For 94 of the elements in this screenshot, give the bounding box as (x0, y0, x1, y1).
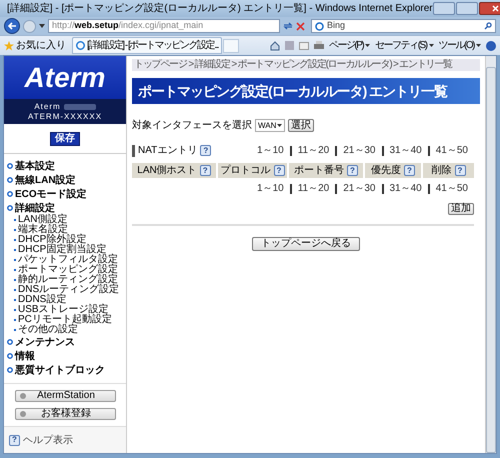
dropdown-caret-icon[interactable] (39, 24, 45, 28)
sidebar-subitem[interactable]: その他の設定 (7, 325, 126, 335)
browser-logo-icon (76, 41, 85, 50)
bullet-circle-icon (7, 353, 13, 359)
sidebar-subitem[interactable]: パケットフィルタ設定 (7, 255, 126, 265)
column-title: LAN側ホスト (137, 164, 197, 178)
page-range-link[interactable]: 11～20 (290, 146, 336, 156)
column-title: プロトコル (220, 164, 270, 178)
command-menu[interactable]: ページ(P) (328, 38, 370, 53)
refresh-icon[interactable] (283, 21, 293, 31)
command-menu[interactable]: ツール(O) (438, 38, 481, 53)
redacted-mark (64, 104, 96, 110)
page-range-link[interactable]: 31～40 (382, 146, 428, 156)
save-button[interactable]: 保存 (50, 132, 80, 146)
home-icon[interactable] (270, 40, 280, 50)
sidebar-subitem[interactable]: 静的ルーティング設定 (7, 275, 126, 285)
page-range-link[interactable]: 21～30 (335, 146, 382, 156)
help-icon[interactable]: ? (9, 434, 20, 446)
page-range-link[interactable]: 41～50 (428, 146, 474, 156)
sidebar-subitem[interactable]: USBストレージ設定 (7, 305, 126, 315)
search-input[interactable]: Bing (327, 19, 481, 33)
sidebar-button[interactable]: AtermStation (14, 390, 116, 402)
sidebar-nav-item[interactable]: メンテナンス (7, 335, 126, 349)
sidebar-nav-item[interactable]: 情報 (7, 349, 126, 363)
interface-label: 対象インタフェースを選択 (132, 118, 252, 133)
tab-title: [詳細設定] - [ポートマッピング設定... (87, 38, 218, 53)
section-marker (132, 144, 135, 156)
back-to-top-button[interactable]: トップページへ戻る (252, 237, 360, 251)
address-field[interactable]: http://web.setup/index.cgi/ipnat_main (48, 19, 280, 33)
help-icon[interactable]: ? (200, 145, 212, 156)
bullet-circle-icon (7, 205, 13, 211)
help-icon[interactable]: ? (404, 165, 415, 176)
sidebar-nav-item[interactable]: 基本設定 (7, 159, 126, 173)
section-title: NATエントリ (138, 144, 198, 158)
favorites-button[interactable]: お気に入り (4, 38, 72, 53)
page-range-link[interactable]: 21～30 (335, 184, 382, 194)
search-engine-icon (315, 22, 324, 30)
select-button[interactable]: 選択 (288, 119, 314, 132)
caret-icon (365, 44, 370, 47)
page-range-link[interactable]: 31～40 (382, 184, 428, 194)
sidebar-subitem[interactable]: LAN側設定 (7, 215, 126, 225)
search-field[interactable]: Bing (311, 19, 496, 33)
help-icon[interactable]: ? (274, 165, 284, 176)
help-link[interactable]: ヘルプ表示 (23, 432, 73, 448)
help-icon[interactable]: ? (454, 165, 466, 176)
sidebar-subitem[interactable]: DHCP除外設定 (7, 235, 126, 245)
help-icon[interactable]: ? (200, 165, 211, 176)
sidebar-nav-item[interactable]: 悪質サイトブロック (7, 363, 126, 377)
minimize-button[interactable] (432, 2, 455, 15)
bullet-circle-icon (7, 177, 13, 183)
close-icon (492, 5, 500, 12)
column-title: 優先度 (371, 164, 401, 178)
search-icon[interactable] (484, 22, 492, 30)
url-text: http://web.setup/index.cgi/ipnat_main (52, 19, 204, 32)
page-heading: ポートマッピング設定(ローカルルータ) エントリ一覧 (138, 84, 448, 98)
interface-select[interactable]: WAN (255, 119, 285, 132)
bullet-circle-icon (7, 339, 13, 345)
back-arrow-icon (8, 22, 16, 30)
sidebar-nav-item[interactable]: 詳細設定 (7, 201, 126, 215)
brand-logo: Aterm (24, 64, 106, 92)
page-range-link[interactable]: 11～20 (290, 184, 336, 194)
page-range-link[interactable]: 1～10 (251, 146, 290, 156)
caret-icon (428, 44, 434, 47)
printer-icon[interactable] (314, 41, 324, 50)
stop-icon[interactable] (296, 22, 305, 30)
browser-tab[interactable]: [詳細設定] - [ポートマッピング設定... (72, 37, 222, 54)
column-title: ポート番号 (294, 164, 344, 178)
sidebar-subitem[interactable]: PCリモート起動設定 (7, 315, 126, 325)
sidebar-subitem[interactable]: DNSルーティング設定 (7, 285, 126, 295)
page-range-link[interactable]: 1～10 (251, 184, 290, 194)
window-title: [詳細設定] - [ポートマッピング設定(ローカルルータ) エントリ一覧] - Windows Internet Explorer (7, 2, 433, 16)
sidebar-nav-item[interactable]: ECOモード設定 (7, 187, 126, 201)
sidebar-subitem[interactable]: DHCP固定割当設定 (7, 245, 126, 255)
back-button[interactable] (4, 18, 20, 34)
column-title: 削除 (432, 164, 452, 178)
sidebar-subitem[interactable]: DDNS設定 (7, 295, 126, 305)
bullet-circle-icon (7, 367, 13, 373)
page-range-link[interactable]: 41～50 (428, 184, 474, 194)
mail-icon[interactable] (298, 42, 309, 50)
help-icon[interactable]: ? (347, 165, 358, 176)
star-icon (4, 40, 14, 50)
sidebar-subitem[interactable]: 端末名設定 (7, 225, 126, 235)
bullet-circle-icon (7, 163, 13, 169)
sidebar-button[interactable]: お客様登録 (14, 408, 116, 420)
sidebar-subitem[interactable]: ポートマッピング設定 (7, 265, 126, 275)
add-button[interactable]: 追加 (448, 203, 474, 215)
new-tab-button[interactable] (223, 38, 240, 52)
caret-icon (476, 44, 481, 47)
device-name: ATERM-XXXXXX (28, 112, 102, 122)
command-menu[interactable]: セーフティ(S) (375, 38, 434, 53)
model-label: Aterm (34, 102, 61, 112)
caret-icon (277, 124, 282, 127)
bullet-circle-icon (7, 191, 13, 197)
sidebar-nav-item[interactable]: 無線LAN設定 (7, 173, 126, 187)
